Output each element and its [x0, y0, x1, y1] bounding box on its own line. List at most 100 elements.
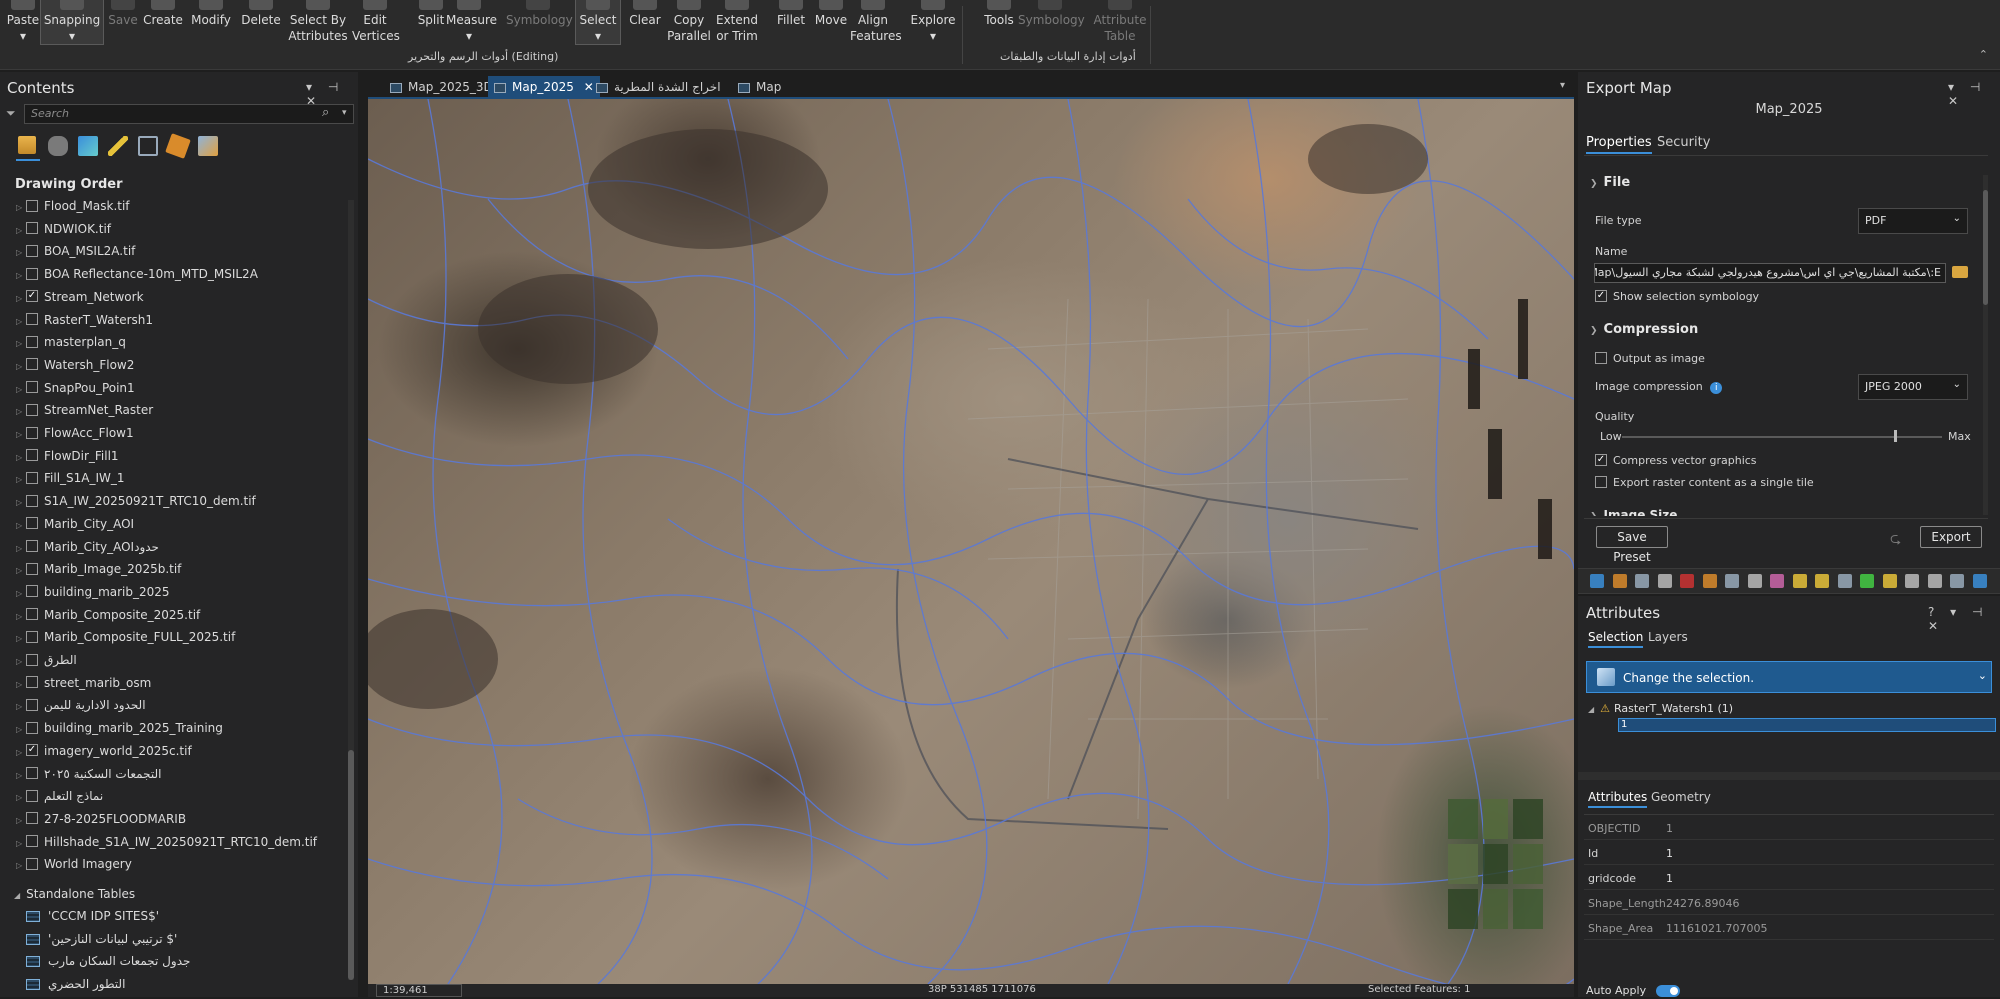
- expand-icon[interactable]: ▷: [16, 407, 26, 416]
- tab-security[interactable]: Security: [1657, 135, 1710, 150]
- standalone-table-item[interactable]: التطور الحضري: [26, 977, 125, 999]
- layer-item[interactable]: ▷ Watersh_Flow2: [16, 358, 134, 380]
- ribbon-button-delete[interactable]: Delete: [238, 0, 284, 28]
- layer-visibility-checkbox[interactable]: [26, 267, 38, 280]
- layer-visibility-checkbox[interactable]: [26, 449, 38, 462]
- layer-visibility-checkbox[interactable]: [26, 222, 38, 235]
- layer-visibility-checkbox[interactable]: [26, 244, 38, 257]
- search-icon[interactable]: ⌕: [322, 105, 329, 120]
- ribbon-button-snapping[interactable]: Snapping ▾: [40, 0, 104, 45]
- expand-icon[interactable]: ▷: [16, 839, 26, 848]
- expand-icon[interactable]: ▷: [16, 521, 26, 530]
- layer-item[interactable]: ▷ FlowAcc_Flow1: [16, 426, 134, 448]
- compress-vector-checkbox[interactable]: ✓: [1595, 454, 1607, 466]
- pane-tool-icon[interactable]: [1657, 574, 1672, 588]
- tab-layers[interactable]: Layers: [1648, 630, 1688, 644]
- layer-item[interactable]: ▷ Marib_Composite_2025.tif: [16, 608, 200, 630]
- pane-controls[interactable]: ? ▾ ⊣ ✕: [1928, 605, 2000, 633]
- compress-vector-row[interactable]: ✓ Compress vector graphics: [1595, 454, 1757, 467]
- pane-tool-icon[interactable]: [1702, 574, 1717, 588]
- layer-item[interactable]: ▷ Marib_Composite_FULL_2025.tif: [16, 630, 235, 652]
- layer-item[interactable]: ▷ Marib_City_AOI: [16, 517, 134, 539]
- expand-icon[interactable]: ▷: [16, 861, 26, 870]
- layer-visibility-checkbox[interactable]: [26, 358, 38, 371]
- tab-attributes[interactable]: Attributes: [1588, 790, 1648, 808]
- file-section-header[interactable]: ❯ File: [1590, 175, 1630, 190]
- pane-tool-icon[interactable]: [1837, 574, 1852, 588]
- ribbon-button-symbology[interactable]: Symbology: [1018, 0, 1085, 28]
- contents-scrollbar-thumb[interactable]: [348, 750, 354, 980]
- selected-features-count[interactable]: Selected Features: 1: [1368, 984, 1470, 995]
- layer-visibility-checkbox[interactable]: [26, 335, 38, 348]
- ribbon-button-select[interactable]: Select ▾: [575, 0, 621, 45]
- layer-visibility-checkbox[interactable]: [26, 403, 38, 416]
- ribbon-button-explore[interactable]: Explore ▾: [910, 0, 956, 44]
- expand-icon[interactable]: ▷: [16, 475, 26, 484]
- layer-item[interactable]: ▷ World Imagery: [16, 857, 132, 879]
- ribbon-button-measure[interactable]: Measure ▾: [446, 0, 497, 44]
- layer-item[interactable]: ▷ Flood_Mask.tif: [16, 199, 130, 221]
- standalone-table-item[interactable]: جدول تجمعات السكان مارب: [26, 954, 190, 976]
- ribbon-button-clear[interactable]: Clear: [622, 0, 668, 28]
- layer-visibility-checkbox[interactable]: [26, 471, 38, 484]
- pane-tool-icon[interactable]: [1635, 574, 1649, 588]
- reset-icon[interactable]: ⮎: [1890, 528, 1901, 552]
- filter-icon[interactable]: ⏷: [6, 106, 16, 121]
- layer-item[interactable]: ▷ BOA Reflectance-10m_MTD_MSIL2A: [16, 267, 258, 289]
- selection-tree-node[interactable]: ◢ ⚠ RasterT_Watersh1 (1): [1588, 702, 1733, 715]
- layer-item[interactable]: ▷ masterplan_q: [16, 335, 126, 357]
- expand-icon[interactable]: ▷: [16, 657, 26, 666]
- layer-item[interactable]: ▷ Marib_Image_2025b.tif: [16, 562, 181, 584]
- show-selection-checkbox[interactable]: ✓: [1595, 290, 1607, 302]
- expand-icon[interactable]: ▷: [16, 271, 26, 280]
- pane-tool-icon[interactable]: [1747, 574, 1762, 588]
- ribbon-button-create[interactable]: Create: [140, 0, 186, 28]
- expand-icon[interactable]: ▷: [16, 566, 26, 575]
- name-input[interactable]: E:\مكتبة المشاريع\جي اي اس\مشروع هيدرولج…: [1594, 263, 1946, 283]
- expand-icon[interactable]: ▷: [16, 294, 26, 303]
- layer-item[interactable]: ▷ ✓ imagery_world_2025c.tif: [16, 744, 192, 766]
- attribute-row[interactable]: OBJECTID 1: [1584, 816, 1994, 840]
- layer-item[interactable]: ▷ Hillshade_S1A_IW_20250921T_RTC10_dem.ti…: [16, 835, 317, 857]
- quality-slider-thumb[interactable]: [1894, 430, 1897, 442]
- editing-icon[interactable]: [108, 136, 128, 156]
- layer-visibility-checkbox[interactable]: [26, 585, 38, 598]
- layer-visibility-checkbox[interactable]: [26, 698, 38, 711]
- layer-item[interactable]: ▷ building_marib_2025_Training: [16, 721, 223, 743]
- chevron-down-icon[interactable]: ⌄: [1978, 669, 1987, 682]
- layer-visibility-checkbox[interactable]: [26, 767, 38, 779]
- show-selection-row[interactable]: ✓ Show selection symbology: [1595, 290, 1759, 303]
- expand-icon[interactable]: ▷: [16, 203, 26, 212]
- pane-tool-icon[interactable]: [1860, 574, 1874, 588]
- expand-icon[interactable]: ▷: [16, 702, 26, 711]
- expand-icon[interactable]: ▷: [16, 317, 26, 326]
- auto-apply-row[interactable]: Auto Apply: [1586, 984, 1680, 997]
- pane-tool-icon[interactable]: [1792, 574, 1807, 588]
- expand-icon[interactable]: ▷: [16, 771, 26, 780]
- expand-icon[interactable]: ▷: [16, 362, 26, 371]
- tab-properties[interactable]: Properties: [1586, 135, 1652, 154]
- snapping-icon[interactable]: [138, 136, 158, 156]
- pane-tool-icon[interactable]: [1927, 574, 1942, 588]
- drawing-order-icon[interactable]: [18, 136, 36, 154]
- layer-visibility-checkbox[interactable]: ✓: [26, 744, 38, 757]
- standalone-table-item[interactable]: 'CCCM IDP SITES$': [26, 909, 159, 931]
- layer-visibility-checkbox[interactable]: [26, 313, 38, 325]
- export-raster-row[interactable]: Export raster content as a single tile: [1595, 476, 1814, 489]
- auto-apply-toggle[interactable]: [1655, 985, 1680, 997]
- pane-tool-icon[interactable]: [1770, 574, 1784, 588]
- file-type-dropdown[interactable]: PDF ⌄: [1858, 208, 1968, 234]
- ribbon-button-edit[interactable]: Edit Vertices: [352, 0, 400, 44]
- pane-tool-icon[interactable]: [1590, 574, 1604, 588]
- tab-اخراج-الشدة-المطرية[interactable]: اخراج الشدة المطرية: [590, 76, 727, 98]
- data-source-icon[interactable]: [48, 136, 68, 156]
- layer-visibility-checkbox[interactable]: [26, 789, 38, 802]
- layer-item[interactable]: ▷ Fill_S1A_IW_1: [16, 471, 125, 493]
- change-selection-bar[interactable]: Change the selection. ⌄: [1586, 661, 1992, 693]
- pane-tool-icon[interactable]: [1905, 574, 1919, 588]
- pane-tool-icon[interactable]: [1815, 574, 1829, 588]
- layer-visibility-checkbox[interactable]: [26, 608, 38, 621]
- scale-field[interactable]: 1:39,461: [376, 984, 462, 997]
- layer-item[interactable]: ▷ NDWIOK.tif: [16, 222, 111, 244]
- layer-item[interactable]: ▷ SnapPou_Poin1: [16, 381, 135, 403]
